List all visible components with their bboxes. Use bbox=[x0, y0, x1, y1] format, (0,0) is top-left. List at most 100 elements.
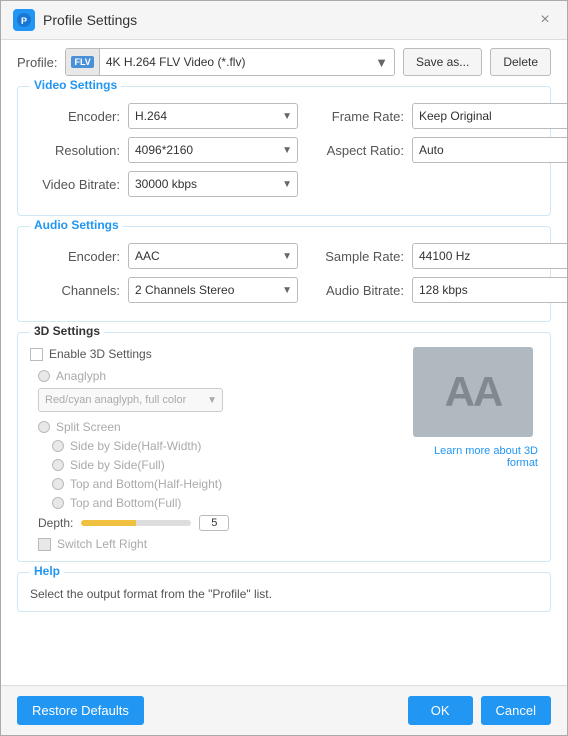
close-button[interactable]: × bbox=[535, 10, 555, 30]
audio-settings-cols: Encoder: AAC ▼ Channels: 2 Channels Ster… bbox=[30, 243, 538, 311]
profile-label: Profile: bbox=[17, 55, 57, 70]
audio-encoder-row: Encoder: AAC ▼ bbox=[30, 243, 298, 269]
resolution-row: Resolution: 4096*2160 ▼ bbox=[30, 137, 298, 163]
help-section: Help Select the output format from the "… bbox=[17, 572, 551, 612]
anaglyph-select[interactable]: Red/cyan anaglyph, full color ▼ bbox=[38, 388, 223, 412]
video-bitrate-arrow-icon: ▼ bbox=[277, 179, 297, 190]
dialog-title: Profile Settings bbox=[43, 12, 137, 28]
audio-bitrate-select[interactable]: 128 kbps ▼ bbox=[412, 277, 567, 303]
profile-dropdown-arrow-icon: ▼ bbox=[369, 55, 394, 70]
split-screen-radio[interactable] bbox=[38, 421, 50, 433]
enable-3d-row: Enable 3D Settings bbox=[30, 347, 398, 361]
delete-button[interactable]: Delete bbox=[490, 48, 551, 76]
channels-value: 2 Channels Stereo bbox=[129, 283, 277, 297]
svg-text:P: P bbox=[21, 16, 27, 26]
depth-row: Depth: 5 bbox=[38, 515, 398, 531]
title-bar: P Profile Settings × bbox=[1, 1, 567, 40]
dialog-content: Profile: FLV 4K H.264 FLV Video (*.flv) … bbox=[1, 40, 567, 685]
profile-value: 4K H.264 FLV Video (*.flv) bbox=[100, 55, 369, 69]
app-icon: P bbox=[13, 9, 35, 31]
video-bitrate-value: 30000 kbps bbox=[129, 177, 277, 191]
cancel-button[interactable]: Cancel bbox=[481, 696, 551, 725]
top-bottom-half-label: Top and Bottom(Half-Height) bbox=[70, 477, 222, 491]
aspect-ratio-value: Auto bbox=[413, 143, 561, 157]
audio-settings-title: Audio Settings bbox=[30, 218, 123, 232]
anaglyph-radio[interactable] bbox=[38, 370, 50, 382]
dialog-footer: Restore Defaults OK Cancel bbox=[1, 685, 567, 735]
audio-bitrate-row: Audio Bitrate: 128 kbps ▼ bbox=[314, 277, 567, 303]
channels-select[interactable]: 2 Channels Stereo ▼ bbox=[128, 277, 298, 303]
depth-slider[interactable] bbox=[81, 520, 191, 526]
video-bitrate-row: Video Bitrate: 30000 kbps ▼ bbox=[30, 171, 298, 197]
anaglyph-row: Anaglyph bbox=[30, 369, 398, 383]
channels-row: Channels: 2 Channels Stereo ▼ bbox=[30, 277, 298, 303]
profile-icon-box: FLV bbox=[66, 49, 99, 75]
audio-encoder-arrow-icon: ▼ bbox=[277, 251, 297, 262]
frame-rate-label: Frame Rate: bbox=[314, 109, 404, 124]
profile-row: Profile: FLV 4K H.264 FLV Video (*.flv) … bbox=[17, 48, 551, 76]
encoder-label: Encoder: bbox=[30, 109, 120, 124]
switch-left-right-checkbox[interactable] bbox=[38, 538, 51, 551]
encoder-select[interactable]: H.264 ▼ bbox=[128, 103, 298, 129]
aspect-ratio-select[interactable]: Auto ▼ bbox=[412, 137, 567, 163]
aspect-ratio-arrow-icon: ▼ bbox=[561, 145, 567, 156]
learn-more-link[interactable]: Learn more about 3D format bbox=[408, 445, 538, 469]
sample-rate-arrow-icon: ▼ bbox=[561, 251, 567, 262]
top-bottom-full-radio[interactable] bbox=[52, 497, 64, 509]
ok-button[interactable]: OK bbox=[408, 696, 473, 725]
settings-3d-left: Enable 3D Settings Anaglyph Red/cyan ana… bbox=[30, 347, 398, 551]
encoder-arrow-icon: ▼ bbox=[277, 111, 297, 122]
encoder-value: H.264 bbox=[129, 109, 277, 123]
frame-rate-arrow-icon: ▼ bbox=[561, 111, 567, 122]
audio-bitrate-value: 128 kbps bbox=[413, 283, 561, 297]
audio-encoder-select[interactable]: AAC ▼ bbox=[128, 243, 298, 269]
depth-number-input[interactable]: 5 bbox=[199, 515, 229, 531]
enable-3d-label: Enable 3D Settings bbox=[49, 347, 152, 361]
split-full-radio[interactable] bbox=[52, 459, 64, 471]
resolution-select[interactable]: 4096*2160 ▼ bbox=[128, 137, 298, 163]
profile-select[interactable]: FLV 4K H.264 FLV Video (*.flv) ▼ bbox=[65, 48, 394, 76]
anaglyph-value: Red/cyan anaglyph, full color bbox=[39, 394, 202, 406]
audio-bitrate-label: Audio Bitrate: bbox=[314, 283, 404, 298]
profile-settings-dialog: P Profile Settings × Profile: FLV 4K H.2… bbox=[0, 0, 568, 736]
sample-rate-select[interactable]: 44100 Hz ▼ bbox=[412, 243, 567, 269]
channels-label: Channels: bbox=[30, 283, 120, 298]
switch-left-right-label: Switch Left Right bbox=[57, 537, 147, 551]
audio-encoder-value: AAC bbox=[129, 249, 277, 263]
switch-left-right-row: Switch Left Right bbox=[38, 537, 398, 551]
sample-rate-value: 44100 Hz bbox=[413, 249, 561, 263]
enable-3d-checkbox[interactable] bbox=[30, 348, 43, 361]
resolution-label: Resolution: bbox=[30, 143, 120, 158]
video-bitrate-select[interactable]: 30000 kbps ▼ bbox=[128, 171, 298, 197]
audio-right-col: Sample Rate: 44100 Hz ▼ Audio Bitrate: 1… bbox=[314, 243, 567, 311]
top-bottom-full-label: Top and Bottom(Full) bbox=[70, 496, 181, 510]
anaglyph-label: Anaglyph bbox=[56, 369, 106, 383]
top-bottom-half-radio[interactable] bbox=[52, 478, 64, 490]
anaglyph-arrow-icon: ▼ bbox=[202, 395, 222, 406]
help-text: Select the output format from the "Profi… bbox=[30, 587, 272, 601]
sample-rate-row: Sample Rate: 44100 Hz ▼ bbox=[314, 243, 567, 269]
frame-rate-select[interactable]: Keep Original ▼ bbox=[412, 103, 567, 129]
channels-arrow-icon: ▼ bbox=[277, 285, 297, 296]
split-sub-options: Side by Side(Half-Width) Side by Side(Fu… bbox=[30, 439, 398, 510]
split-half-width-radio[interactable] bbox=[52, 440, 64, 452]
audio-encoder-label: Encoder: bbox=[30, 249, 120, 264]
settings-3d-content: Enable 3D Settings Anaglyph Red/cyan ana… bbox=[18, 333, 550, 561]
settings-3d-title: 3D Settings bbox=[30, 324, 104, 338]
settings-3d-right: AA Learn more about 3D format bbox=[408, 347, 538, 551]
restore-defaults-button[interactable]: Restore Defaults bbox=[17, 696, 144, 725]
split-half-width-label: Side by Side(Half-Width) bbox=[70, 439, 201, 453]
audio-left-col: Encoder: AAC ▼ Channels: 2 Channels Ster… bbox=[30, 243, 298, 311]
save-as-button[interactable]: Save as... bbox=[403, 48, 482, 76]
video-settings-content: Encoder: H.264 ▼ Resolution: 4096*2160 ▼ bbox=[18, 87, 550, 215]
split-full-label: Side by Side(Full) bbox=[70, 458, 165, 472]
preview-letters: AA bbox=[445, 368, 502, 416]
top-bottom-full-row: Top and Bottom(Full) bbox=[52, 496, 398, 510]
video-bitrate-label: Video Bitrate: bbox=[30, 177, 120, 192]
footer-right-buttons: OK Cancel bbox=[408, 696, 551, 725]
video-left-col: Encoder: H.264 ▼ Resolution: 4096*2160 ▼ bbox=[30, 103, 298, 205]
sample-rate-label: Sample Rate: bbox=[314, 249, 404, 264]
frame-rate-value: Keep Original bbox=[413, 109, 561, 123]
split-screen-row: Split Screen bbox=[30, 420, 398, 434]
title-bar-left: P Profile Settings bbox=[13, 9, 137, 31]
